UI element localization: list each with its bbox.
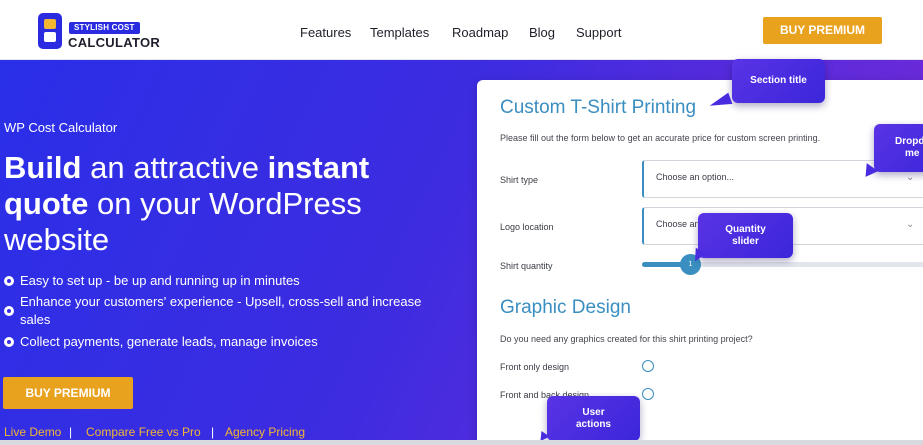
graphic-design-question: Do you need any graphics created for thi… bbox=[500, 334, 753, 344]
feature-text: Collect payments, generate leads, manage… bbox=[20, 334, 318, 349]
nav-templates[interactable]: Templates bbox=[370, 25, 429, 40]
nav-blog[interactable]: Blog bbox=[529, 25, 555, 40]
headline-word-quote: quote bbox=[4, 186, 89, 221]
logo-wordmark: CALCULATOR bbox=[68, 35, 161, 50]
chevron-down-icon: ⌄ bbox=[906, 219, 915, 230]
callout-user-actions: User actions bbox=[547, 396, 640, 441]
calculator-icon bbox=[38, 13, 62, 49]
headline-part: on your WordPress bbox=[88, 186, 362, 221]
page-bottom-edge bbox=[0, 440, 923, 445]
bullet-icon bbox=[4, 306, 14, 316]
graphic-design-title: Graphic Design bbox=[500, 297, 631, 318]
buy-premium-button-header[interactable]: BUY PREMIUM bbox=[763, 17, 882, 44]
agency-pricing-link[interactable]: Agency Pricing bbox=[225, 425, 305, 439]
headline-word-build: Build bbox=[4, 150, 82, 185]
nav-features[interactable]: Features bbox=[300, 25, 351, 40]
option-label: Front only design bbox=[500, 362, 570, 372]
logo-location-value: Choose an bbox=[656, 219, 700, 229]
callout-user-line2: actions bbox=[575, 418, 611, 430]
feature-text: Enhance your customers' experience - Ups… bbox=[20, 294, 422, 309]
form-section-title: Custom T-Shirt Printing bbox=[500, 97, 697, 118]
nav-roadmap[interactable]: Roadmap bbox=[452, 25, 508, 40]
callout-dropdown: Dropd me bbox=[874, 124, 923, 172]
logo-badge: STYLISH COST bbox=[69, 22, 140, 34]
callout-dropdown-line1: Dropd bbox=[895, 136, 923, 147]
link-separator: | bbox=[69, 425, 73, 439]
headline-part: an attractive bbox=[81, 150, 268, 185]
logo[interactable]: STYLISH COST CALCULATOR bbox=[38, 13, 161, 50]
nav-support[interactable]: Support bbox=[576, 25, 622, 40]
hero-headline: Build an attractive instant quote on you… bbox=[4, 150, 464, 258]
quantity-slider-track[interactable]: 1 bbox=[642, 254, 923, 275]
shirt-quantity-label: Shirt quantity bbox=[500, 261, 553, 271]
bullet-icon bbox=[4, 276, 14, 286]
front-back-radio[interactable] bbox=[642, 388, 654, 400]
shirt-type-value: Choose an option... bbox=[656, 172, 735, 182]
callout-quantity-line2: slider bbox=[732, 235, 759, 247]
bullet-icon bbox=[4, 337, 14, 347]
callout-quantity-line1: Quantity bbox=[725, 223, 766, 235]
feature-text: Easy to set up - be up and running up in… bbox=[20, 273, 300, 288]
headline-part: website bbox=[4, 222, 110, 257]
live-demo-link[interactable]: Live Demo bbox=[4, 425, 61, 439]
link-separator: | bbox=[211, 425, 215, 439]
chevron-down-icon: ⌄ bbox=[906, 172, 915, 183]
logo-location-label: Logo location bbox=[500, 222, 554, 232]
feature-text-continued: sales bbox=[20, 312, 51, 327]
site-header: STYLISH COST CALCULATOR Features Templat… bbox=[0, 0, 923, 60]
hero-eyebrow: WP Cost Calculator bbox=[4, 120, 118, 135]
callout-user-line1: User bbox=[582, 406, 605, 418]
compare-link[interactable]: Compare Free vs Pro bbox=[86, 425, 201, 439]
shirt-type-label: Shirt type bbox=[500, 175, 539, 185]
front-only-radio[interactable] bbox=[642, 360, 654, 372]
form-description: Please fill out the form below to get an… bbox=[500, 133, 821, 143]
callout-quantity: Quantity slider bbox=[698, 213, 793, 258]
callout-dropdown-line2: me bbox=[905, 148, 920, 159]
callout-section-title: Section title bbox=[732, 59, 825, 103]
buy-premium-button-hero[interactable]: BUY PREMIUM bbox=[3, 377, 133, 409]
headline-word-instant: instant bbox=[267, 150, 370, 185]
